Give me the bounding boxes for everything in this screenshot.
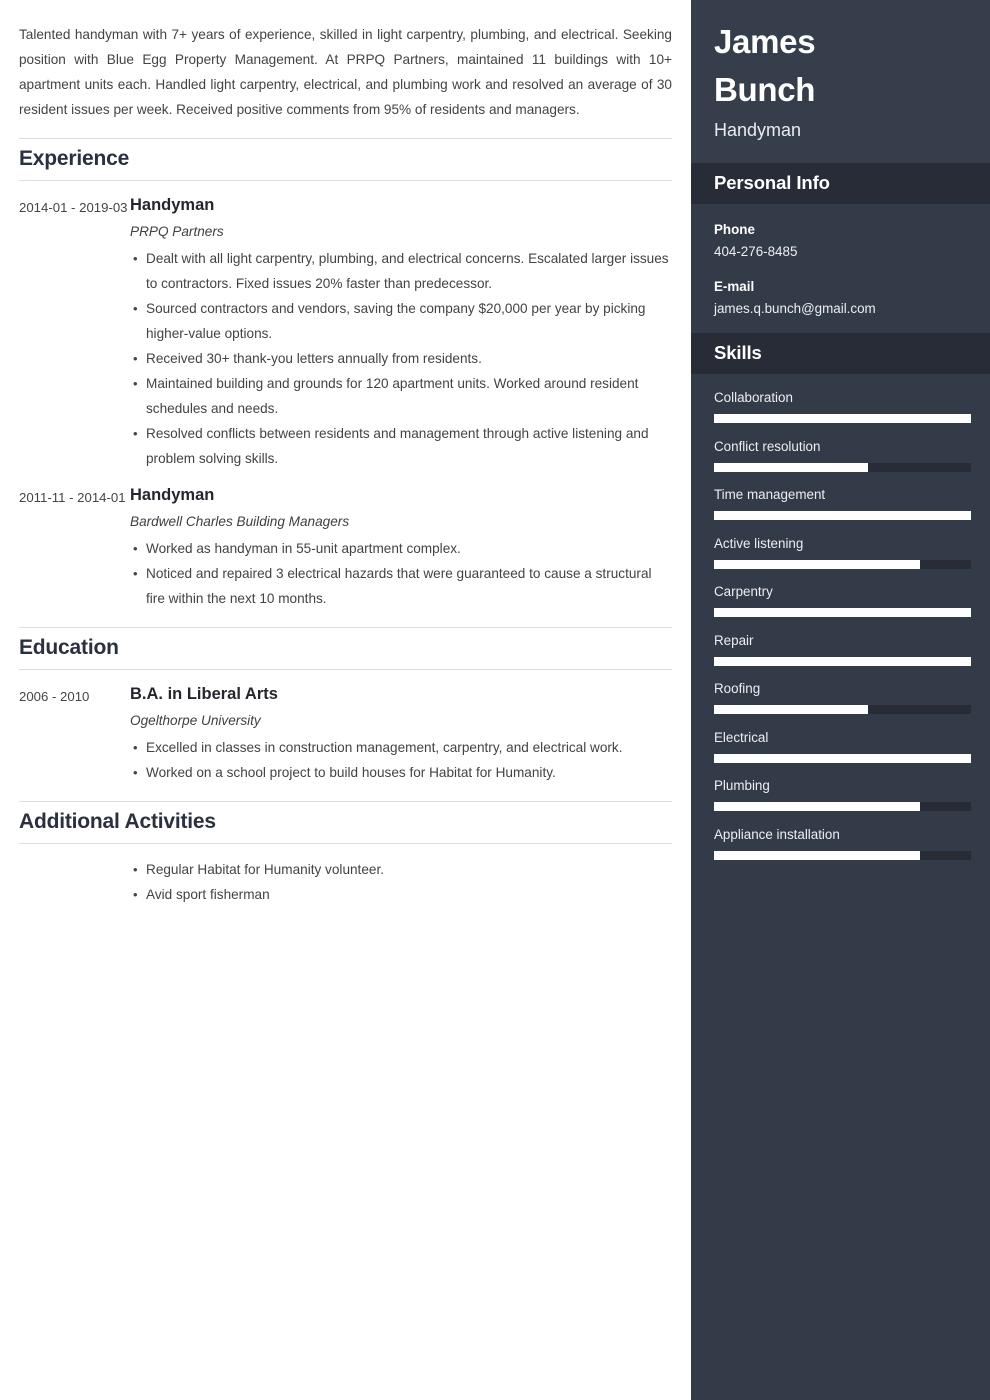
skill-level-fill xyxy=(714,753,971,763)
entry: 2014-01 - 2019-03Handyman PRPQ Partners De… xyxy=(19,181,672,471)
skill-item: Collaboration xyxy=(714,388,971,423)
entry-bullets: Excelled in classes in construction mana… xyxy=(130,735,672,785)
skill-item: Active listening xyxy=(714,534,971,569)
sidebar-title-skills: Skills xyxy=(691,333,990,374)
main-column: Talented handyman with 7+ years of exper… xyxy=(0,0,691,1400)
skill-level-bar xyxy=(714,753,971,763)
personal-info-value[interactable]: james.q.bunch@gmail.com xyxy=(714,298,967,320)
entry-bullets: Worked as handyman in 55-unit apartment … xyxy=(130,536,672,611)
section-title-additional-activities: Additional Activities xyxy=(19,801,672,844)
skill-name: Collaboration xyxy=(714,390,793,405)
additional-activities-body: Regular Habitat for Humanity volunteer.A… xyxy=(19,844,672,907)
skill-level-bar xyxy=(714,850,971,860)
skill-level-fill xyxy=(714,511,971,520)
skill-level-bar xyxy=(714,656,971,666)
skill-level-fill xyxy=(714,559,920,569)
skill-level-bar xyxy=(714,462,971,472)
entry-bullets: Dealt with all light carpentry, plumbing… xyxy=(130,246,672,471)
resume-page: Talented handyman with 7+ years of exper… xyxy=(0,0,990,1400)
bullet-item: Worked as handyman in 55-unit apartment … xyxy=(130,536,672,561)
section-title-education: Education xyxy=(19,627,672,670)
candidate-name: James Bunch xyxy=(714,18,967,114)
name-block: James Bunch Handyman xyxy=(691,0,990,163)
skill-name: Active listening xyxy=(714,535,804,551)
bullet-item: Sourced contractors and vendors, saving … xyxy=(130,296,672,346)
skill-level-fill xyxy=(714,462,869,472)
entry-body: Handyman PRPQ Partners Dealt with all ligh… xyxy=(130,194,672,471)
section-education: Education 2006 - 2010 B.A. in Liberal Art… xyxy=(19,627,672,785)
bullet-item: Excelled in classes in construction mana… xyxy=(130,735,672,760)
skill-level-fill xyxy=(714,608,971,617)
personal-info-item: Phone 404-276-8485 xyxy=(714,219,967,263)
skill-name: Carpentry xyxy=(714,584,773,599)
last-name: Bunch xyxy=(714,71,816,108)
skill-item: Repair xyxy=(714,631,971,666)
skill-level-fill xyxy=(714,656,971,666)
entry-title: B.A. in Liberal Arts xyxy=(130,685,278,703)
section-additional-activities: Additional Activities Regular Habitat fo… xyxy=(19,801,672,907)
sidebar: James Bunch Handyman Personal Info Phone 4… xyxy=(691,0,990,1400)
skill-level-bar xyxy=(714,414,971,423)
skill-level-bar xyxy=(714,608,971,617)
section-experience: Experience 2014-01 - 2019-03 Handyman PRPQ… xyxy=(19,138,672,611)
personal-info-item: E-mail james.q.bunch@gmail.com xyxy=(714,276,967,320)
additional-activities-bullets: Regular Habitat for Humanity volunteer.A… xyxy=(130,857,672,907)
professional-summary: Talented handyman with 7+ years of exper… xyxy=(19,27,672,117)
entry-organization: Bardwell Charles Building Managers xyxy=(130,514,350,529)
skill-item: Electrical xyxy=(714,728,971,763)
skill-name: Conflict resolution xyxy=(714,438,821,454)
personal-info-label: E-mail xyxy=(714,279,755,294)
skill-item: Conflict resolution xyxy=(714,437,971,472)
entry-title: Handyman xyxy=(130,486,215,504)
bullet-item: Worked on a school project to build hous… xyxy=(130,760,672,785)
skill-name: Appliance installation xyxy=(714,826,840,842)
entry: 2011-11 - 2014-01 Handyman Bardwell Charle… xyxy=(19,471,672,611)
first-name: James xyxy=(714,23,816,60)
skill-item: Plumbing xyxy=(714,776,971,811)
skill-level-fill xyxy=(714,414,971,423)
bullet-item: Avid sport fisherman xyxy=(130,882,672,907)
entry-body: Handyman Bardwell Charles Building Manage… xyxy=(130,484,672,611)
skill-level-fill xyxy=(714,802,920,811)
skill-name: Plumbing xyxy=(714,778,770,793)
entry-dates: 2006 - 2010 xyxy=(19,689,90,704)
personal-info-label: Phone xyxy=(714,222,755,237)
skill-item: Time management xyxy=(714,485,971,520)
skill-name: Electrical xyxy=(714,729,769,745)
skill-level-fill xyxy=(714,705,869,714)
skill-item: Roofing xyxy=(714,679,971,714)
entry-organization: PRPQ Partners xyxy=(130,224,224,239)
bullet-item: Resolved conflicts between residents and… xyxy=(130,421,672,471)
bullet-item: Received 30+ thank-you letters annually … xyxy=(130,346,672,371)
section-title-experience: Experience xyxy=(19,138,672,181)
education-entries: 2006 - 2010 B.A. in Liberal Arts Ogelthorp… xyxy=(19,670,672,785)
entry-title: Handyman xyxy=(130,196,215,214)
bullet-item: Noticed and repaired 3 electrical hazard… xyxy=(130,561,672,611)
skill-name: Repair xyxy=(714,632,754,648)
skill-level-bar xyxy=(714,705,971,714)
skill-level-bar xyxy=(714,802,971,811)
personal-info-body: Phone 404-276-8485 E-mail james.q.bunch@gma… xyxy=(691,204,990,320)
bullet-item: Dealt with all light carpentry, plumbing… xyxy=(130,246,672,296)
skill-name: Roofing xyxy=(714,681,761,696)
bullet-item: Maintained building and grounds for 120 … xyxy=(130,371,672,421)
entry-organization: Ogelthorpe University xyxy=(130,713,261,728)
entry-dates: 2011-11 - 2014-01 xyxy=(19,490,126,505)
skill-level-bar xyxy=(714,511,971,520)
skill-name: Time management xyxy=(714,487,826,502)
entry-body: B.A. in Liberal Arts Ogelthorpe Universit… xyxy=(130,683,672,785)
entry-dates: 2014-01 - 2019-03 xyxy=(19,200,128,215)
bullet-item: Regular Habitat for Humanity volunteer. xyxy=(130,857,672,882)
candidate-job-title: Handyman xyxy=(714,120,802,140)
personal-info-value[interactable]: 404-276-8485 xyxy=(714,241,967,263)
skill-item: Appliance installation xyxy=(714,825,971,860)
skill-level-bar xyxy=(714,559,971,569)
skill-item: Carpentry xyxy=(714,582,971,617)
skills-body: Collaboration Conflict resolution Time man… xyxy=(691,374,990,860)
entry: 2006 - 2010 B.A. in Liberal Arts Ogelthorp… xyxy=(19,670,672,785)
sidebar-title-personal-info: Personal Info xyxy=(691,163,990,204)
skill-level-fill xyxy=(714,850,920,860)
experience-entries: 2014-01 - 2019-03HandymanPRPQ PartnersDe… xyxy=(19,181,672,611)
